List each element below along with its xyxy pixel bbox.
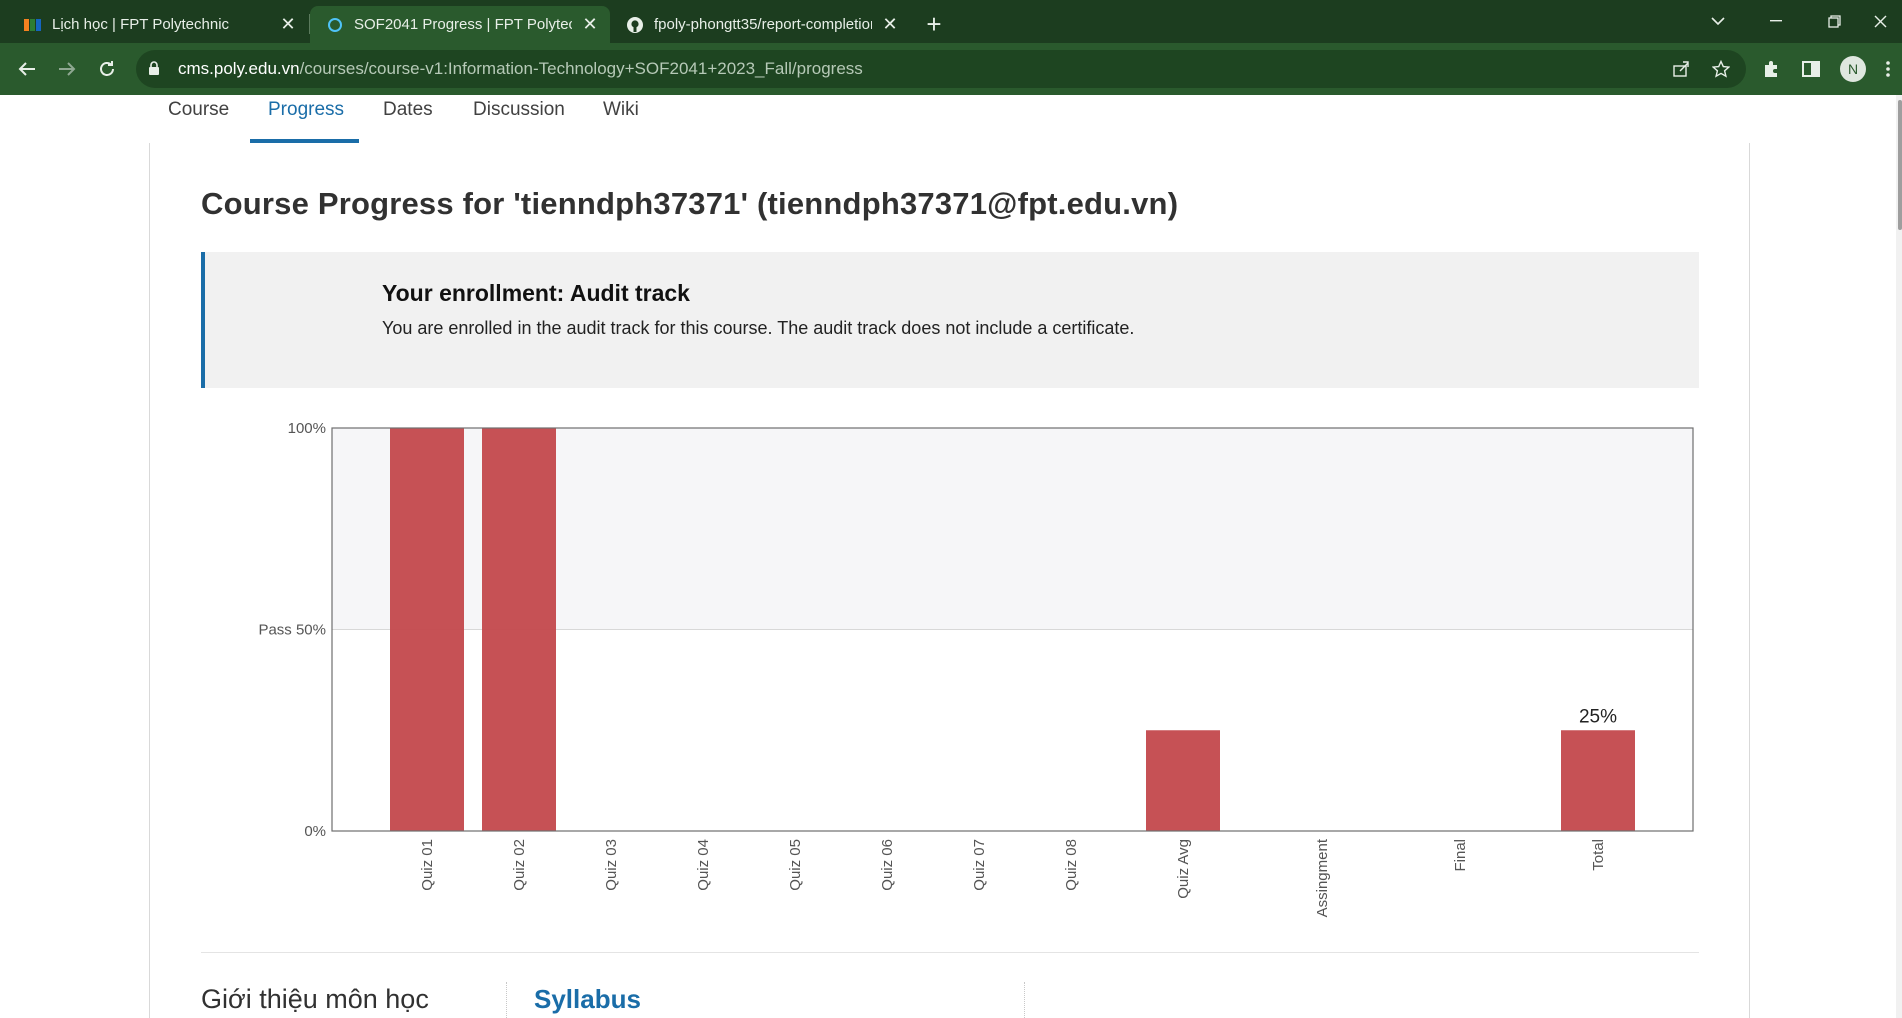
bar-quiz-avg xyxy=(1146,730,1220,831)
bar-total xyxy=(1561,730,1635,831)
course-intro-heading: Giới thiệu môn học xyxy=(201,984,429,1014)
tab-discussion[interactable]: Discussion xyxy=(473,95,565,143)
x-tick-label: Quiz 05 xyxy=(787,839,804,891)
x-tick-label: Quiz 01 xyxy=(419,839,436,891)
fpt-logo-icon xyxy=(24,16,42,34)
back-icon[interactable] xyxy=(11,53,43,85)
tab-dates[interactable]: Dates xyxy=(383,95,433,143)
tab-title: Lịch học | FPT Polytechnic xyxy=(52,16,230,33)
grade-chart: 0% Pass 50% 100% Quiz 01 Quiz 02 Quiz 03 Quiz … xyxy=(258,420,1694,917)
tab-title: SOF2041 Progress | FPT Polytechnic xyxy=(354,16,572,33)
address-bar[interactable]: cms.poly.edu.vn/courses/course-v1:Inform… xyxy=(136,50,1746,88)
page-scrollbar[interactable] xyxy=(1896,95,1902,1018)
enrollment-message: You are enrolled in the audit track for … xyxy=(382,318,1135,338)
bar-quiz-02 xyxy=(482,428,556,831)
new-tab-button[interactable]: + xyxy=(918,8,950,40)
url-text[interactable]: cms.poly.edu.vn/courses/course-v1:Inform… xyxy=(178,59,863,79)
x-tick-label: Quiz 04 xyxy=(695,839,712,891)
github-icon xyxy=(626,16,644,34)
y-tick-label: 0% xyxy=(304,823,326,840)
more-menu-icon[interactable] xyxy=(1878,53,1898,85)
lock-icon[interactable] xyxy=(148,60,160,81)
x-tick-label: Final xyxy=(1452,839,1469,872)
y-tick-label: 100% xyxy=(288,420,326,437)
close-icon[interactable]: ✕ xyxy=(276,13,300,37)
browser-tab-strip: Lịch học | FPT Polytechnic ✕ SOF2041 Pro… xyxy=(0,0,1902,43)
tab-course[interactable]: Course xyxy=(168,95,229,143)
y-tick-label: Pass 50% xyxy=(258,622,326,639)
url-host: cms.poly.edu.vn xyxy=(178,59,300,78)
minimize-icon[interactable] xyxy=(1754,4,1798,38)
x-tick-label: Quiz 06 xyxy=(879,839,896,891)
url-path: /courses/course-v1:Information-Technolog… xyxy=(299,59,863,78)
forward-icon[interactable] xyxy=(51,53,83,85)
close-icon[interactable]: ✕ xyxy=(578,13,602,37)
page-title: Course Progress for 'tienndph37371' (tie… xyxy=(201,186,1179,221)
tab-search-icon[interactable] xyxy=(1696,4,1740,38)
x-tick-label: Quiz 07 xyxy=(971,839,988,891)
x-tick-label: Assingment xyxy=(1314,838,1331,917)
browser-toolbar: cms.poly.edu.vn/courses/course-v1:Inform… xyxy=(0,43,1902,95)
column-separator xyxy=(1024,982,1025,1018)
x-tick-label: Quiz Avg xyxy=(1175,839,1192,899)
browser-tab-lich-hoc[interactable]: Lịch học | FPT Polytechnic ✕ xyxy=(8,6,308,43)
bar-quiz-01 xyxy=(390,428,464,831)
section-divider xyxy=(201,952,1699,953)
profile-avatar[interactable]: N xyxy=(1840,56,1866,82)
syllabus-link[interactable]: Syllabus xyxy=(534,984,641,1015)
share-icon[interactable] xyxy=(1666,54,1696,84)
tab-wiki[interactable]: Wiki xyxy=(603,95,639,143)
close-icon[interactable]: ✕ xyxy=(878,13,902,37)
restore-icon[interactable] xyxy=(1812,4,1856,38)
x-tick-label: Quiz 03 xyxy=(603,839,620,891)
x-tick-label: Quiz 02 xyxy=(511,839,528,891)
enrollment-heading: Your enrollment: Audit track xyxy=(382,280,690,306)
x-tick-label: Quiz 08 xyxy=(1063,839,1080,891)
data-label: 25% xyxy=(1579,706,1617,727)
bookmark-star-icon[interactable] xyxy=(1706,54,1736,84)
extensions-icon[interactable] xyxy=(1755,53,1787,85)
column-separator xyxy=(506,982,507,1018)
page-scrollbar-thumb[interactable] xyxy=(1898,100,1902,230)
browser-tab-github[interactable]: fpoly-phongtt35/report-completion ✕ xyxy=(610,6,910,43)
reload-icon[interactable] xyxy=(91,53,123,85)
close-window-icon[interactable] xyxy=(1858,4,1902,38)
side-panel-icon[interactable] xyxy=(1795,53,1827,85)
browser-tab-progress[interactable]: SOF2041 Progress | FPT Polytechnic ✕ xyxy=(310,6,610,43)
tab-progress[interactable]: Progress xyxy=(268,95,344,143)
tab-title: fpoly-phongtt35/report-completion xyxy=(654,16,872,33)
loading-ring-icon xyxy=(326,16,344,34)
x-tick-label: Total xyxy=(1590,839,1607,871)
